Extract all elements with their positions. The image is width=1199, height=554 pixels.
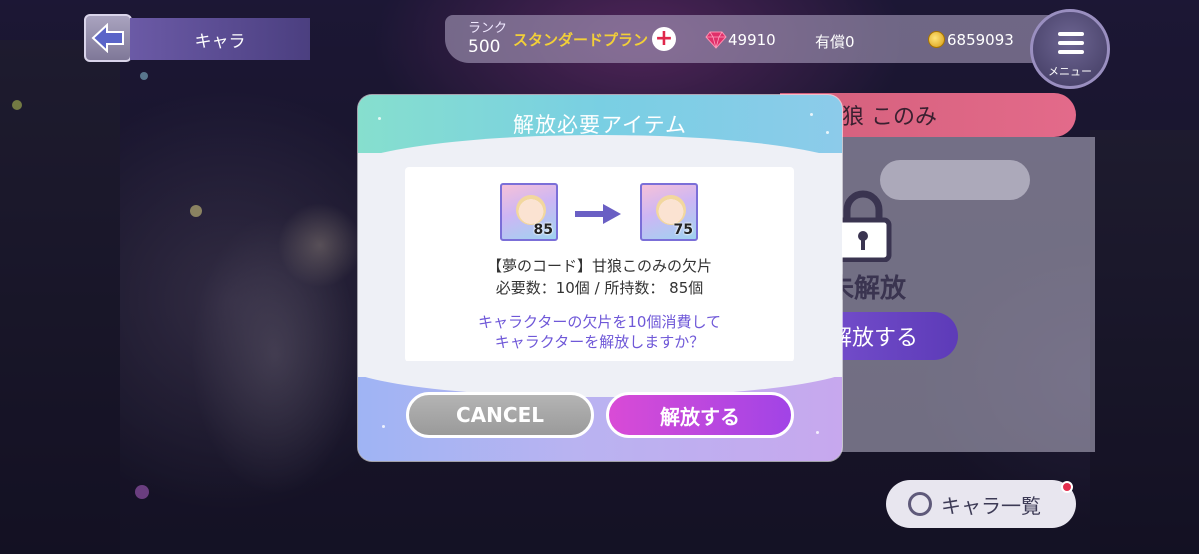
back-button[interactable]: [84, 14, 132, 62]
item-after-card: 75: [640, 183, 698, 241]
plan-label[interactable]: スタンダードプラン: [513, 29, 648, 50]
item-before-card: 85: [500, 183, 558, 241]
plan-plus-button[interactable]: +: [652, 27, 676, 51]
gem-count: 49910: [728, 31, 776, 49]
sparkle-decoration: [382, 425, 385, 428]
character-piece-icon: [516, 195, 546, 225]
unlock-button[interactable]: 解放する: [606, 392, 794, 438]
paid-gem-count: 有償0: [815, 33, 855, 51]
item-after-count: 75: [673, 222, 693, 238]
coin-icon: [928, 31, 945, 48]
rank-label: ランク: [468, 21, 508, 36]
page-title-label: キャラ: [194, 31, 246, 52]
page-title: キャラ: [130, 18, 310, 60]
character-list-label: キャラ一覧: [941, 493, 1041, 518]
unlock-button-label: 解放する: [660, 404, 740, 429]
back-arrow-icon: [91, 23, 124, 53]
dialog-title: 解放必要アイテム: [513, 113, 687, 137]
sparkle-decoration: [378, 117, 381, 120]
confirm-message-line1: キャラクターの欠片を10個消費して: [477, 313, 722, 331]
menu-label: メニュー: [1048, 65, 1092, 78]
plus-icon: +: [654, 26, 674, 51]
coin-count: 6859093: [947, 31, 1014, 49]
menu-button[interactable]: メニュー: [1030, 9, 1110, 89]
sparkle-decoration: [826, 131, 829, 134]
rank-value: 500: [468, 37, 501, 57]
confirm-message-line2: キャラクターを解放しますか？: [494, 333, 705, 351]
item-requirement: 必要数：10個 / 所持数： 85個: [495, 279, 704, 297]
item-before-count: 85: [533, 222, 553, 238]
character-list-icon: [908, 492, 932, 516]
sparkle-decoration: [816, 431, 819, 434]
unlock-items-dialog: 解放必要アイテム 85 75 【夢のコード】甘狼このみの欠片 必要数：10個 /…: [358, 95, 842, 461]
item-name: 【夢のコード】甘狼このみの欠片: [486, 257, 712, 275]
side-unlock-label: 解放する: [829, 326, 918, 351]
character-piece-icon: [656, 195, 686, 225]
notification-badge: [1061, 481, 1073, 493]
cancel-button[interactable]: CANCEL: [406, 392, 594, 438]
menu-icon: [1058, 32, 1084, 59]
lock-icon: [834, 190, 892, 262]
cancel-button-label: CANCEL: [456, 403, 544, 427]
arrow-right-icon: [575, 204, 621, 224]
level-up-pill: [880, 160, 1030, 200]
gem-icon: [705, 31, 727, 49]
sparkle-decoration: [810, 113, 813, 116]
rank-display: ランク 500: [468, 20, 513, 60]
